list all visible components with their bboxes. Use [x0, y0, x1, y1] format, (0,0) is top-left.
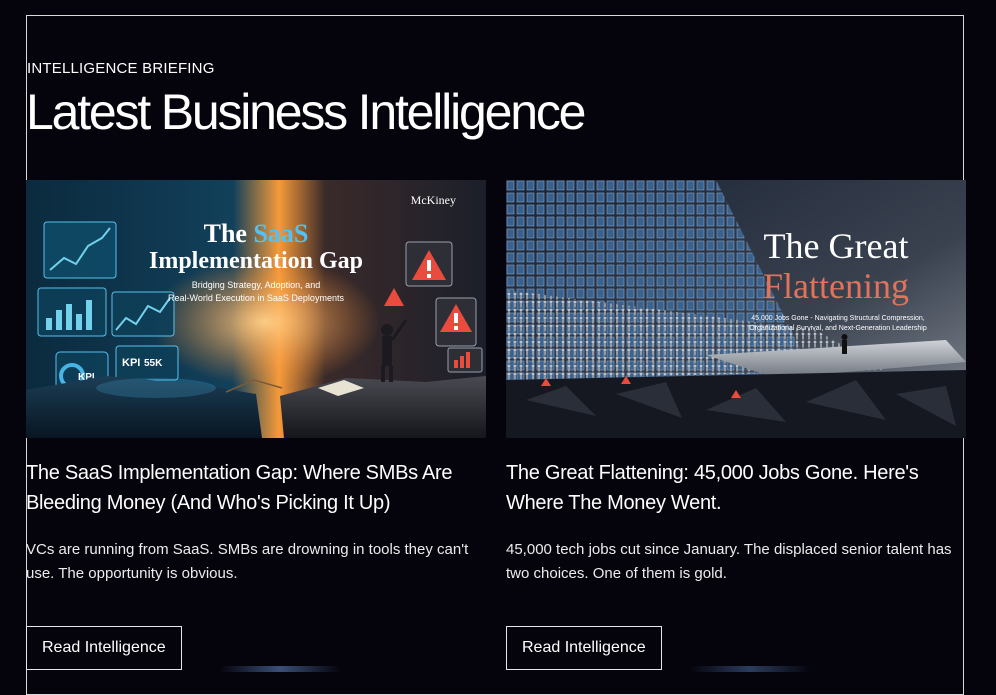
- thumb-headline-2: Implementation Gap: [149, 248, 363, 274]
- read-intelligence-button[interactable]: Read Intelligence: [26, 626, 182, 670]
- section-eyebrow: INTELLIGENCE BRIEFING: [27, 60, 215, 77]
- read-intelligence-button[interactable]: Read Intelligence: [506, 626, 662, 670]
- article-title[interactable]: The Great Flattening: 45,000 Jobs Gone. …: [506, 458, 966, 518]
- thumb-headline-2: Flattening: [763, 266, 909, 306]
- thumb-headline-part1: The: [204, 219, 254, 248]
- thumb-headline-accent: SaaS: [253, 219, 308, 248]
- article-thumbnail[interactable]: The Great Flattening 45,000 Jobs Gone - …: [506, 180, 966, 438]
- thumb-subtitle-1: 45,000 Jobs Gone - Navigating Structural…: [751, 315, 925, 322]
- article-title[interactable]: The SaaS Implementation Gap: Where SMBs …: [26, 458, 486, 518]
- thumb-subtitle-1: Bridging Strategy, Adoption, and: [192, 280, 320, 290]
- great-flattening-illustration: The Great Flattening 45,000 Jobs Gone - …: [506, 180, 966, 438]
- thumb-headline-1: The Great: [764, 226, 909, 266]
- article-card: The Great Flattening 45,000 Jobs Gone - …: [506, 180, 966, 670]
- kpi-label-2: KPI: [122, 357, 140, 369]
- article-description: VCs are running from SaaS. SMBs are drow…: [26, 541, 469, 582]
- thumb-headline-1: The SaaS: [204, 219, 309, 248]
- article-description: 45,000 tech jobs cut since January. The …: [506, 541, 952, 582]
- section-title: Latest Business Intelligence: [26, 84, 586, 140]
- thumb-subtitle-2: Organizational Survival, and Next-Genera…: [749, 325, 927, 332]
- article-card: KPI KPI 55K McKiney The SaaS Implementat…: [26, 180, 486, 670]
- kpi-value: 55K: [144, 358, 163, 369]
- next-row-thumbnail-edge: [690, 666, 810, 672]
- next-row-thumbnail-edge: [220, 666, 340, 672]
- article-thumbnail[interactable]: KPI KPI 55K McKiney The SaaS Implementat…: [26, 180, 486, 438]
- thumb-subtitle-2: Real-World Execution in SaaS Deployments: [168, 293, 344, 303]
- brand-mark: McKiney: [411, 193, 456, 207]
- saas-gap-illustration: KPI KPI 55K McKiney The SaaS Implementat…: [26, 180, 486, 438]
